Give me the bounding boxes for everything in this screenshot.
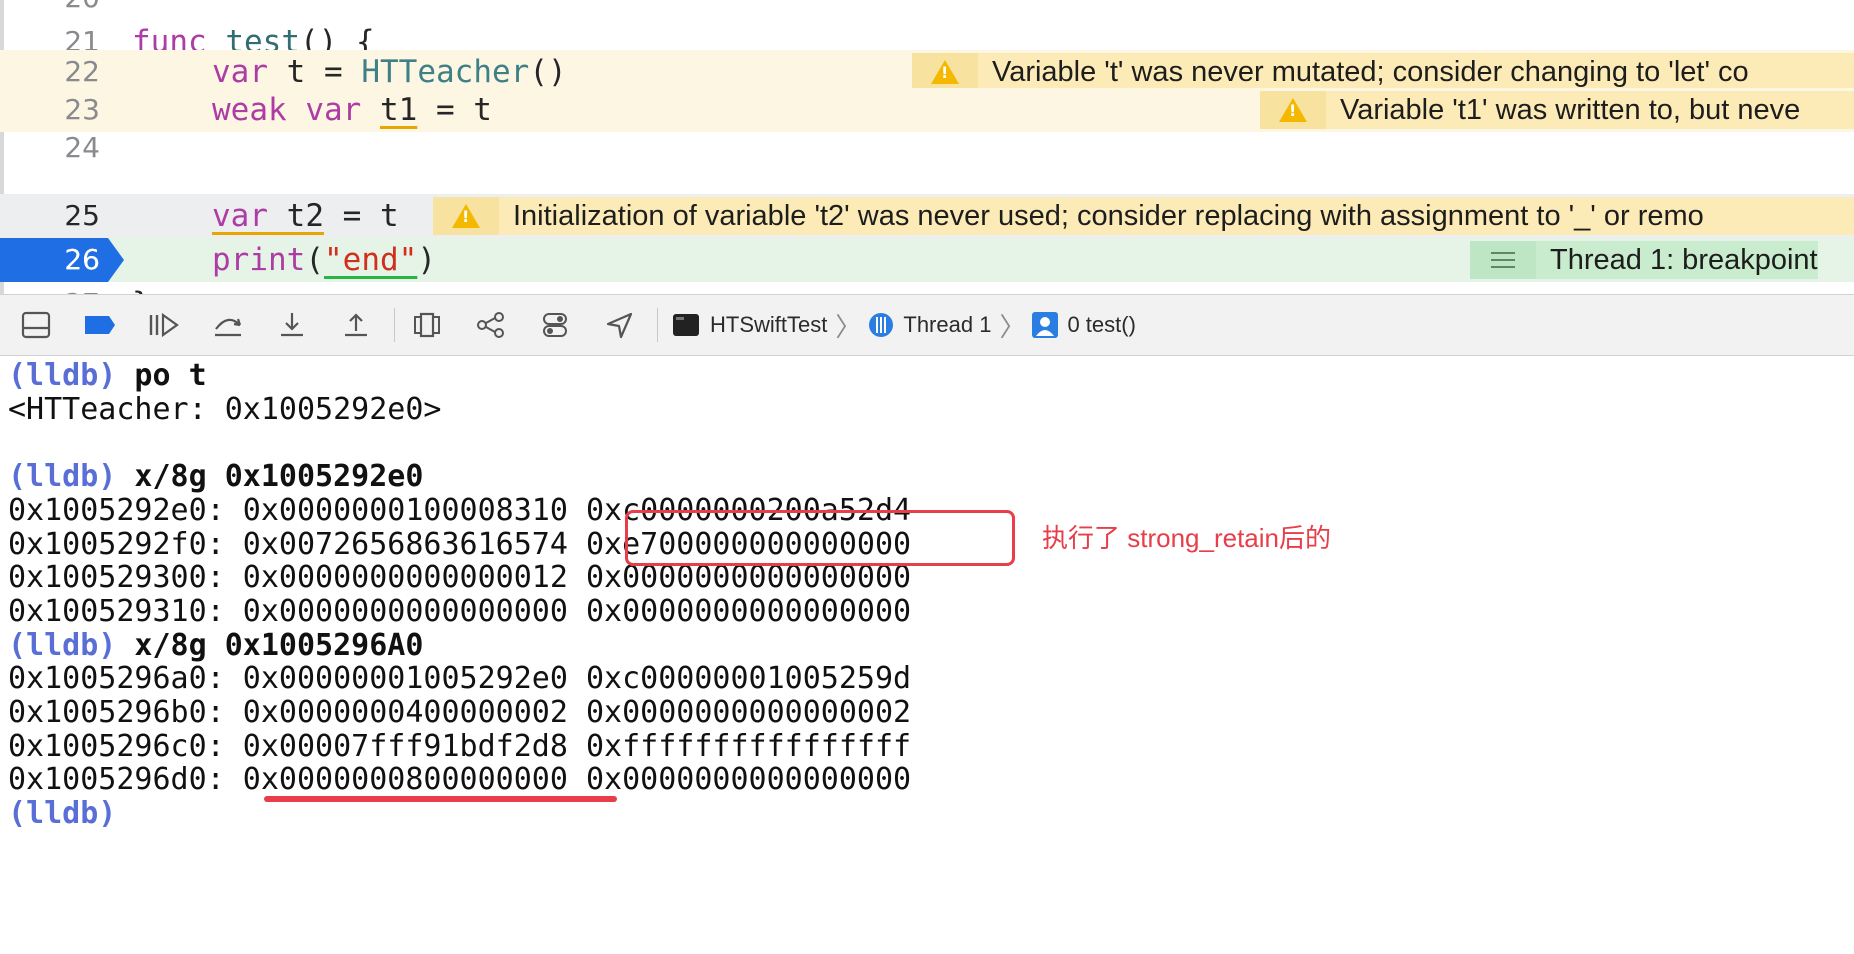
- toolbar-divider: [394, 308, 395, 342]
- code-token: (: [305, 242, 324, 278]
- source-editor[interactable]: 20 21 func test() { 22 var t = HTTeacher…: [0, 0, 1854, 294]
- code-line-current: 25 var t2 = t Initialization of variable…: [0, 194, 1854, 238]
- command-text: x/8g 0x1005296A0: [116, 627, 424, 663]
- code-token: var: [212, 198, 268, 234]
- lldb-prompt: (lldb): [8, 459, 117, 495]
- code-token: print: [212, 242, 306, 278]
- line-number: 20: [0, 0, 100, 20]
- code-line-executing: 26 print("end") Thread 1: breakpoint: [0, 238, 1854, 282]
- warning-text: Variable 't1' was written to, but neve: [1340, 93, 1801, 126]
- lldb-console[interactable]: (lldb) po t <HTTeacher: 0x1005292e0> (lldb…: [0, 356, 1854, 954]
- lldb-prompt: (lldb): [8, 796, 117, 832]
- breadcrumb-frame[interactable]: 0 test(): [1031, 311, 1136, 339]
- environment-overrides-icon[interactable]: [531, 303, 579, 347]
- process-name: HTSwiftTest: [710, 312, 828, 337]
- lldb-prompt: (lldb): [8, 627, 117, 663]
- highlight-underline: [264, 796, 617, 802]
- code-token: =: [305, 54, 362, 90]
- warning-issue[interactable]: Variable 't' was never mutated; consider…: [912, 53, 1854, 91]
- code-line: 20: [0, 0, 1854, 20]
- code-line: 24: [0, 126, 1854, 170]
- warning-icon: [1260, 91, 1326, 129]
- menu-lines-icon: [1470, 241, 1536, 279]
- toolbar-divider: [657, 308, 658, 342]
- code-text[interactable]: print("end"): [212, 238, 436, 282]
- lldb-prompt: (lldb): [8, 358, 117, 393]
- console-output-line: 0x1005296d0: 0x0000000800000000 0x000000…: [8, 762, 912, 798]
- memory-graph-icon[interactable]: [467, 303, 515, 347]
- annotation-text: 执行了 strong_retain后的: [1042, 523, 1331, 553]
- view-hierarchy-icon[interactable]: [403, 303, 451, 347]
- code-token: "end": [324, 242, 418, 278]
- breakpoint-label: Thread 1: breakpoint: [1536, 241, 1818, 279]
- line-number: 24: [64, 131, 100, 164]
- code-text[interactable]: }: [132, 282, 151, 294]
- code-token: t: [286, 54, 306, 90]
- console-output-line: <HTTeacher: 0x1005292e0>: [8, 391, 442, 427]
- code-token: t1: [379, 92, 418, 128]
- code-token: = t: [417, 92, 492, 128]
- code-token: = t: [324, 198, 399, 234]
- code-token: weak var: [212, 92, 380, 128]
- code-token: t2: [268, 198, 324, 234]
- code-token: var: [212, 54, 268, 90]
- terminal-app-icon: [673, 314, 699, 336]
- breakpoint-status[interactable]: Thread 1: breakpoint: [1470, 241, 1854, 279]
- warning-text: Variable 't' was never mutated; consider…: [992, 55, 1749, 88]
- code-text[interactable]: var t2 = t: [212, 194, 399, 238]
- chevron-right-icon: 〉: [835, 311, 862, 342]
- breadcrumb-process[interactable]: HTSwiftTest 〉: [672, 307, 867, 344]
- line-number: 25: [64, 199, 100, 232]
- line-number: 27: [0, 282, 100, 294]
- step-out-icon[interactable]: [332, 303, 380, 347]
- warning-icon: [433, 197, 499, 235]
- warning-issue[interactable]: Initialization of variable 't2' was neve…: [433, 197, 1854, 235]
- chevron-right-icon: 〉: [999, 311, 1026, 342]
- code-token: HTTeacher: [361, 54, 530, 90]
- thread-name: Thread 1: [903, 312, 992, 337]
- user-frame-icon: [1032, 312, 1059, 338]
- hide-debug-area-icon[interactable]: [12, 303, 60, 347]
- step-over-icon[interactable]: [204, 303, 252, 347]
- console-command-line: (lldb): [8, 794, 116, 834]
- frame-name: 0 test(): [1067, 312, 1136, 337]
- continue-icon[interactable]: [140, 303, 188, 347]
- warning-icon: [912, 53, 978, 91]
- breadcrumb-thread[interactable]: Thread 1 〉: [867, 307, 1031, 344]
- code-line: 27 }: [0, 282, 1854, 294]
- code-token: ): [417, 242, 436, 278]
- command-text: x/8g 0x1005292e0: [116, 459, 424, 495]
- simulate-location-icon[interactable]: [595, 303, 643, 347]
- warning-issue[interactable]: Variable 't1' was written to, but neve: [1260, 91, 1854, 129]
- breakpoints-toggle-icon[interactable]: [76, 303, 124, 347]
- breakpoint-line-number: 26: [64, 243, 100, 276]
- code-token: (): [529, 54, 567, 90]
- command-text: po t: [116, 358, 207, 393]
- debug-bar: HTSwiftTest 〉 Thread 1 〉 0 test(): [0, 294, 1854, 356]
- step-into-icon[interactable]: [268, 303, 316, 347]
- thread-icon: [869, 313, 894, 337]
- warning-text: Initialization of variable 't2' was neve…: [513, 199, 1704, 232]
- highlight-box: [625, 510, 1015, 566]
